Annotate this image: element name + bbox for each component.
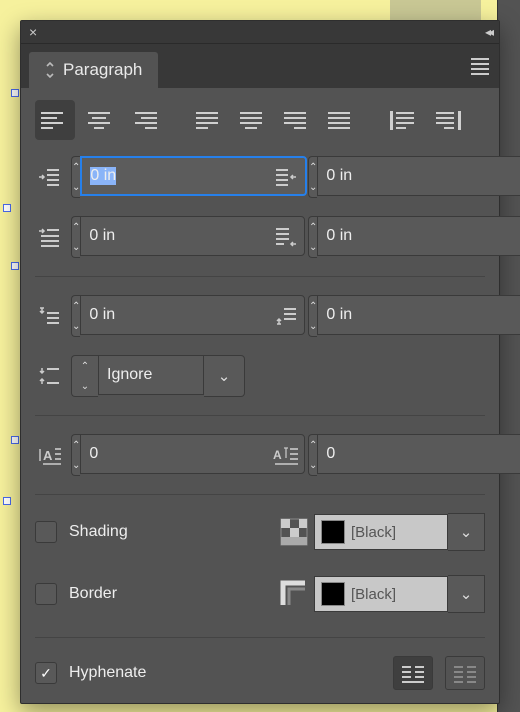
right-indent-input[interactable] [317,156,520,196]
border-checkbox[interactable] [35,583,57,605]
tab-paragraph[interactable]: Paragraph [29,52,158,88]
drop-cap-chars-spinner[interactable]: ⌃⌄ [308,434,317,476]
space-before-icon [35,305,63,327]
justify-full-button[interactable] [319,100,359,140]
first-line-indent-icon [35,226,63,248]
align-left-button[interactable] [35,100,75,140]
span-columns-button[interactable] [445,656,485,690]
right-indent-spinner[interactable]: ⌃⌄ [308,156,317,198]
flyout-menu-icon[interactable] [461,47,499,86]
justify-left-button[interactable] [187,100,227,140]
border-color-label: [Black] [351,586,396,603]
drop-cap-chars-icon: A [272,444,300,466]
border-swatch-icon [321,582,345,606]
space-before-spinner[interactable]: ⌃⌄ [71,295,80,337]
border-preview-icon [280,580,308,608]
shading-color-label: [Black] [351,524,396,541]
tab-row: Paragraph [21,44,499,88]
shading-color-dropdown[interactable]: ⌄ [448,513,485,551]
border-color-field[interactable]: [Black] [314,576,448,612]
space-between-icon [35,365,63,387]
tab-label: Paragraph [63,60,142,80]
drop-cap-lines-icon: A [35,444,63,466]
panel-content: ⌃⌄ ⌃⌄ [21,88,499,703]
align-right-button[interactable] [123,100,163,140]
close-icon[interactable]: × [29,25,37,39]
border-color-dropdown[interactable]: ⌄ [448,575,485,613]
space-between-spinner[interactable]: ⌃⌄ [71,355,98,397]
single-column-button[interactable] [393,656,433,690]
align-toward-spine-button[interactable] [383,100,423,140]
space-after-spinner[interactable]: ⌃⌄ [308,295,317,337]
first-line-spinner[interactable]: ⌃⌄ [71,216,80,258]
shading-preview-icon [280,518,308,546]
align-away-spine-button[interactable] [427,100,467,140]
space-after-input[interactable] [317,295,520,335]
shading-checkbox[interactable] [35,521,57,543]
panel-titlebar[interactable]: × ◂◂ [21,21,499,44]
drop-cap-lines-spinner[interactable]: ⌃⌄ [71,434,80,476]
last-line-spinner[interactable]: ⌃⌄ [308,216,317,258]
justify-center-button[interactable] [231,100,271,140]
space-between-select[interactable]: Ignore [98,355,204,395]
svg-text:A: A [43,448,53,463]
panel-drag-icon [45,62,55,78]
collapse-icon[interactable]: ◂◂ [485,25,491,39]
shading-label: Shading [69,523,268,541]
align-center-button[interactable] [79,100,119,140]
right-indent-icon [272,166,300,188]
last-line-input[interactable] [317,216,520,256]
shading-color-field[interactable]: [Black] [314,514,448,550]
left-indent-icon [35,166,63,188]
last-line-indent-icon [272,226,300,248]
space-between-dropdown[interactable]: ⌄ [204,355,245,397]
left-indent-spinner[interactable]: ⌃⌄ [71,156,80,198]
alignment-row [35,100,485,140]
border-label: Border [69,585,268,603]
hyphenate-checkbox[interactable]: ✓ [35,662,57,684]
space-after-icon [272,305,300,327]
justify-right-button[interactable] [275,100,315,140]
hyphenate-label: Hyphenate [69,664,381,682]
drop-cap-chars-input[interactable] [317,434,520,474]
svg-text:A: A [273,448,282,462]
paragraph-panel: × ◂◂ Paragraph [20,20,500,704]
shading-swatch-icon [321,520,345,544]
